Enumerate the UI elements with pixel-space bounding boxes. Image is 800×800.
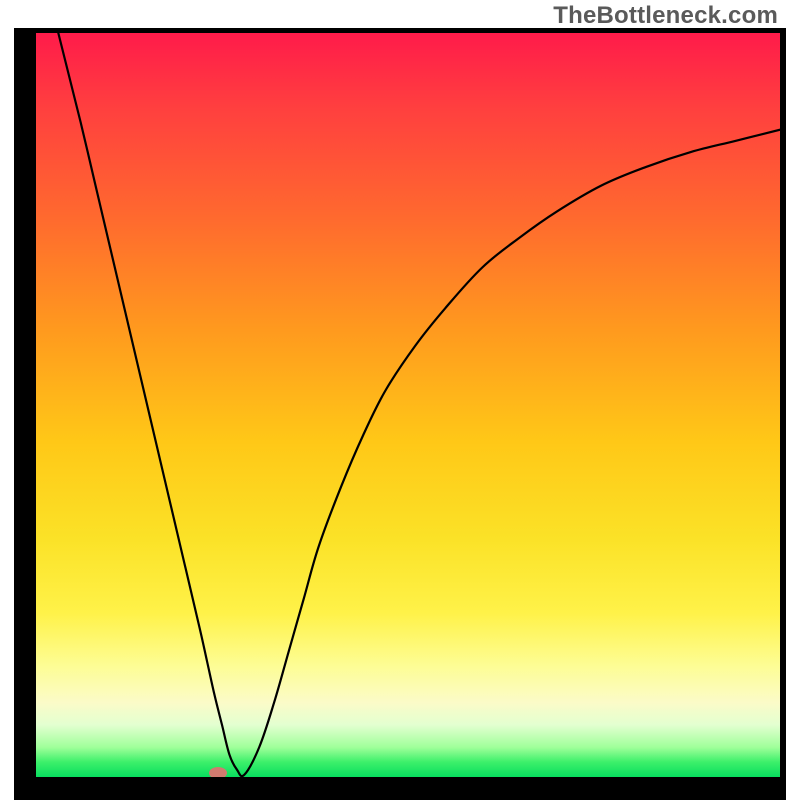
plot-area (36, 33, 780, 777)
root: TheBottleneck.com (0, 0, 800, 800)
watermark-text: TheBottleneck.com (553, 2, 778, 30)
optimal-marker (209, 767, 227, 777)
chart-frame (14, 28, 786, 800)
bottleneck-curve (58, 33, 780, 776)
curve-svg (36, 33, 780, 777)
